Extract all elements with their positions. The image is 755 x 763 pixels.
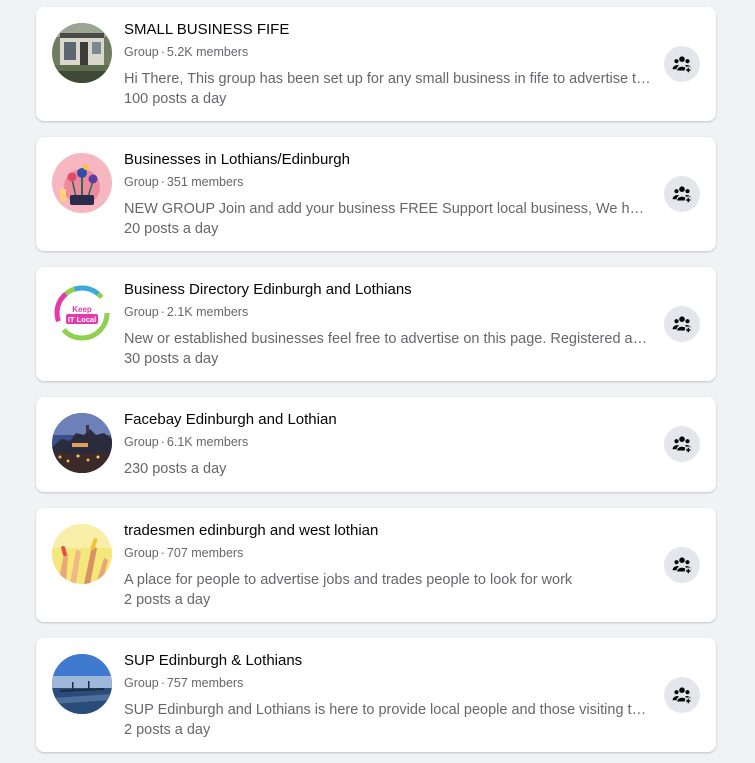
group-meta: Group · 707 members (124, 545, 243, 561)
group-type: Group (124, 175, 159, 189)
sea-bridge-photo (52, 654, 112, 714)
post-frequency: 20 posts a day (124, 221, 219, 237)
group-type: Group (124, 676, 159, 690)
separator-dot: · (160, 676, 165, 690)
member-count: 757 members (166, 676, 244, 690)
group-result-card[interactable]: SUP Edinburgh & Lothians Group · 757 membe… (36, 638, 716, 752)
group-type: Group (124, 435, 159, 449)
post-frequency: 2 posts a day (124, 722, 211, 738)
group-result-card[interactable]: SMALL BUSINESS FIFE Group · 5.2K members H… (36, 7, 716, 121)
join-group-icon (672, 316, 692, 334)
group-avatar[interactable] (52, 23, 112, 83)
group-meta: Group · 351 members (124, 174, 243, 190)
join-group-button[interactable] (664, 547, 700, 583)
separator-dot: · (160, 435, 165, 449)
join-group-icon (672, 557, 692, 575)
member-count: 6.1K members (166, 435, 249, 449)
group-result-card[interactable]: tradesmen edinburgh and west lothian Gro… (36, 508, 716, 622)
join-group-button[interactable] (664, 176, 700, 212)
post-frequency: 230 posts a day (124, 461, 227, 477)
join-group-button[interactable] (664, 46, 700, 82)
join-group-icon (672, 687, 692, 705)
group-avatar[interactable]: Keep IT Local (52, 283, 112, 343)
group-avatar[interactable] (52, 153, 112, 213)
raised-hands-photo (52, 524, 112, 584)
join-group-button[interactable] (664, 306, 700, 342)
post-frequency: 100 posts a day (124, 91, 227, 107)
group-description: New or established businesses feel free … (124, 331, 652, 347)
group-type: Group (124, 45, 159, 59)
group-name[interactable]: SUP Edinburgh & Lothians (124, 652, 302, 670)
group-meta: Group · 757 members (124, 675, 243, 691)
keep-it-local-logo: Keep IT Local (52, 283, 112, 343)
group-meta: Group · 2.1K members (124, 304, 248, 320)
shop-storefront-photo (52, 23, 112, 83)
group-name[interactable]: Facebay Edinburgh and Lothian (124, 411, 337, 429)
flowers-illustration (52, 153, 112, 213)
group-result-card[interactable]: Facebay Edinburgh and Lothian Group · 6.1K… (36, 397, 716, 492)
group-description: A place for people to advertise jobs and… (124, 572, 573, 588)
separator-dot: · (160, 175, 165, 189)
join-group-icon (672, 436, 692, 454)
member-count: 2.1K members (166, 305, 249, 319)
group-avatar[interactable] (52, 654, 112, 714)
group-meta: Group · 6.1K members (124, 434, 248, 450)
group-description: SUP Edinburgh and Lothians is here to pr… (124, 702, 652, 718)
svg-text:Keep: Keep (72, 305, 92, 314)
group-meta: Group · 5.2K members (124, 44, 248, 60)
group-description: NEW GROUP Join and add your business FRE… (124, 201, 652, 217)
separator-dot: · (160, 45, 165, 59)
svg-text:IT Local: IT Local (68, 315, 96, 324)
join-group-button[interactable] (664, 677, 700, 713)
separator-dot: · (160, 546, 165, 560)
group-result-card[interactable]: Keep IT Local Business Directory Edinbur… (36, 267, 716, 381)
group-name[interactable]: Businesses in Lothians/Edinburgh (124, 151, 350, 169)
group-name[interactable]: tradesmen edinburgh and west lothian (124, 522, 378, 540)
group-type: Group (124, 305, 159, 319)
member-count: 707 members (166, 546, 244, 560)
join-group-icon (672, 186, 692, 204)
post-frequency: 2 posts a day (124, 592, 211, 608)
group-avatar[interactable] (52, 524, 112, 584)
group-type: Group (124, 546, 159, 560)
separator-dot: · (160, 305, 165, 319)
member-count: 351 members (166, 175, 244, 189)
member-count: 5.2K members (166, 45, 249, 59)
group-name[interactable]: SMALL BUSINESS FIFE (124, 21, 289, 39)
group-name[interactable]: Business Directory Edinburgh and Lothian… (124, 281, 412, 299)
post-frequency: 30 posts a day (124, 351, 219, 367)
join-group-button[interactable] (664, 426, 700, 462)
group-result-card[interactable]: Businesses in Lothians/Edinburgh Group · 3… (36, 137, 716, 251)
join-group-icon (672, 56, 692, 74)
edinburgh-castle-night-photo (52, 413, 112, 473)
group-avatar[interactable] (52, 413, 112, 473)
group-description: Hi There, This group has been set up for… (124, 71, 652, 87)
